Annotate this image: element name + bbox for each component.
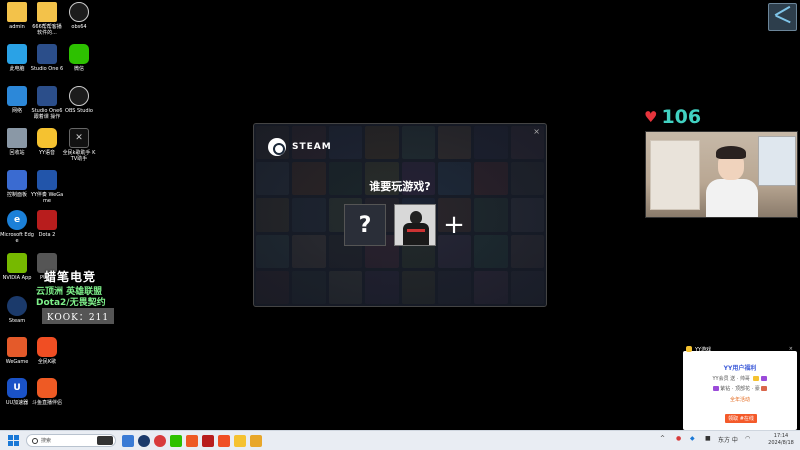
desktop-icon-wesing[interactable]: 全民K歌: [30, 337, 64, 365]
tray-arrow-icon[interactable]: ^: [660, 435, 665, 442]
desktop-icon-fire[interactable]: 斗鱼直播伴侣: [30, 378, 64, 406]
desktop-icon-control-panel[interactable]: 控制面板: [0, 170, 34, 198]
desktop-icon-network[interactable]: 网络: [0, 86, 34, 114]
app-shortcut-icon[interactable]: [768, 3, 797, 31]
steam-brand-label: STEAM: [292, 142, 332, 152]
control-panel-icon: [7, 170, 27, 190]
taskbar-edge-icon[interactable]: [122, 435, 134, 447]
yy-popup-header: YY游戏 ×: [683, 344, 797, 354]
search-icon: [32, 437, 38, 444]
desktop-icon-studio-one[interactable]: Studio One 6: [30, 44, 64, 72]
desktop-icon-edge[interactable]: e Microsoft Edge: [0, 210, 34, 244]
studio-one-icon: [37, 44, 57, 64]
dota2-icon: [37, 210, 57, 230]
desktop-icon-this-pc[interactable]: 此电脑: [0, 44, 34, 72]
monitor-icon: [7, 44, 27, 64]
tray-volume-icon[interactable]: ■: [705, 435, 711, 442]
desktop-icon-nvidia[interactable]: NVIDIA App: [0, 253, 34, 281]
unknown-profile-slot[interactable]: ?: [344, 204, 386, 246]
search-highlight-icon: [97, 436, 113, 445]
clock-time: 17:14: [773, 433, 789, 439]
desktop-icon-toolbox[interactable]: ✕ 全民k歌助手 KTV助手: [62, 128, 96, 162]
desktop-icon-yjp[interactable]: YY伴奏 WeGame: [30, 170, 64, 204]
taskbar-search[interactable]: 搜索: [26, 434, 116, 447]
close-icon[interactable]: ×: [533, 127, 540, 136]
overlay-title: 蜡笔电竞: [44, 270, 97, 284]
tray-app-icon[interactable]: ●: [676, 435, 681, 442]
desktop-icon-folder[interactable]: 666帮帮客播 软件的...: [30, 2, 64, 36]
tray-wifi-icon[interactable]: ◠: [745, 435, 750, 442]
yy-claim-button[interactable]: 领取 #在线: [725, 414, 757, 423]
taskbar-douyu-icon[interactable]: [186, 435, 198, 447]
wegame-icon: [7, 337, 27, 357]
like-counter: ♥ 106: [644, 106, 701, 128]
nvidia-icon: [7, 253, 27, 273]
yy-logo-icon: [686, 346, 692, 352]
taskbar-steam-icon[interactable]: [138, 435, 150, 447]
windows-start-icon[interactable]: [8, 435, 19, 446]
yy-row-1: YY会员 送 · 帅哥: [712, 376, 750, 382]
taskbar-yy-icon[interactable]: [234, 435, 246, 447]
steam-profile-dialog: STEAM × 谁要玩游戏? ? +: [253, 123, 547, 307]
clock-date: 2024/8/18: [768, 440, 794, 446]
desktop-icon-recycle-bin[interactable]: 回收站: [0, 128, 34, 156]
desktop-icon-obs64[interactable]: obs64: [62, 2, 96, 30]
coin-icon: [752, 376, 759, 381]
studio-one-icon: [37, 86, 57, 106]
overlay-line-2: Dota2/无畏契约: [36, 298, 106, 308]
network-icon: [7, 86, 27, 106]
close-icon[interactable]: ×: [789, 346, 793, 352]
webcam-feed: [645, 131, 798, 218]
recycle-bin-icon: [7, 128, 27, 148]
desktop: admin 此电脑 网络 回收站 控制面板 e Microsoft Edge NV…: [0, 0, 800, 430]
overlay-kook: KOOK：211: [42, 308, 114, 324]
steam-brand: STEAM: [268, 138, 332, 156]
desktop-icon-obs-studio[interactable]: OBS Studio: [62, 86, 96, 114]
desktop-icon-dota2[interactable]: Dota 2: [30, 210, 64, 238]
wesing-icon: [37, 337, 57, 357]
taskbar-wesing-icon[interactable]: [218, 435, 230, 447]
taskbar-game-icon[interactable]: [154, 435, 166, 447]
uu-accelerator-icon: U: [7, 378, 27, 398]
desktop-icon-wechat[interactable]: 微信: [62, 44, 96, 72]
desktop-icon-studio-one-2[interactable]: Studio One6 跟着课 操作: [30, 86, 64, 120]
folder-icon: [7, 2, 27, 22]
desktop-icon-yy[interactable]: YY语音: [30, 128, 64, 156]
user-avatar-slot[interactable]: [394, 204, 436, 246]
tool-icon: ✕: [69, 128, 89, 148]
steam-logo-icon: [268, 138, 286, 156]
desktop-icon-wegame[interactable]: WeGame: [0, 337, 34, 365]
taskbar-wechat-icon[interactable]: [170, 435, 182, 447]
taskbar-app-icon[interactable]: [250, 435, 262, 447]
heart-icon: ♥: [644, 107, 658, 126]
obs-icon: [69, 2, 89, 22]
tray-input-method[interactable]: 东方 中: [718, 435, 738, 444]
edge-icon: e: [7, 210, 27, 230]
yy-row-2: 紫钻 · 顶部花 · 豪: [720, 386, 760, 392]
douyu-icon: [37, 378, 57, 398]
search-placeholder: 搜索: [41, 438, 52, 444]
yy-icon: [37, 128, 57, 148]
tray-network-icon[interactable]: ◆: [690, 435, 695, 442]
taskbar-dota2-icon[interactable]: [202, 435, 214, 447]
like-count: 106: [661, 106, 702, 128]
gem-icon: [760, 376, 767, 381]
badge-icon: [760, 386, 767, 391]
add-account-button[interactable]: +: [440, 208, 468, 242]
wechat-icon: [69, 44, 89, 64]
yy-promo-popup: YY游戏 × YY用户福利 YY会员 送 · 帅哥 紫钻 · 顶部花 · 豪 全…: [683, 346, 797, 430]
taskbar: 搜索 ^ ● ◆ ■ 东方 中 ◠ 17:14 2024/8/18: [0, 430, 800, 450]
profile-prompt: 谁要玩游戏?: [369, 180, 431, 193]
obs-icon: [69, 86, 89, 106]
yy-popup-title: YY用户福利: [723, 365, 757, 372]
yy-row-3: 全年活动: [729, 397, 750, 403]
desktop-icon-admin[interactable]: admin: [0, 2, 34, 30]
desktop-icon-steam[interactable]: Steam: [0, 296, 34, 324]
folder-icon: [37, 2, 57, 22]
taskbar-clock[interactable]: 17:14 2024/8/18: [767, 433, 795, 447]
yy-accompaniment-icon: [37, 170, 57, 190]
desktop-icon-uu[interactable]: U UU加速器: [0, 378, 34, 406]
gem-icon: [713, 386, 720, 391]
steam-icon: [7, 296, 27, 316]
